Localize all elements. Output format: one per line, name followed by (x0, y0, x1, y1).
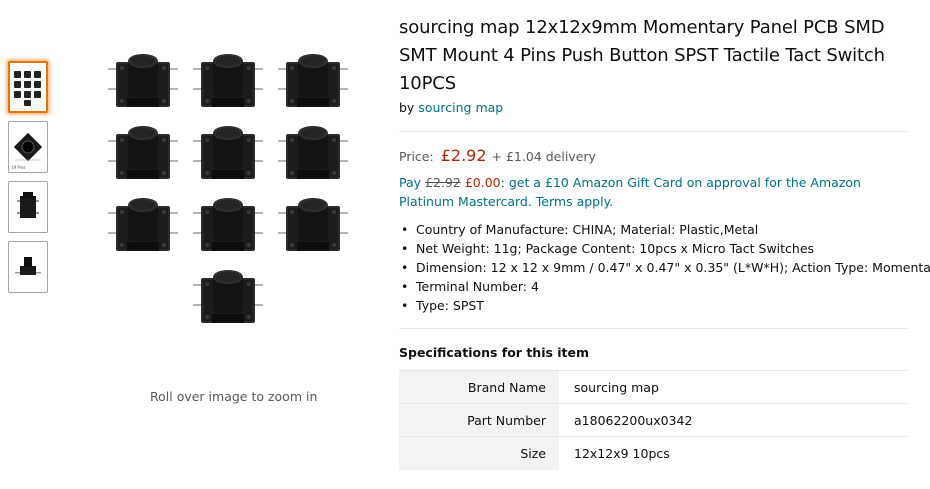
brand-link[interactable]: sourcing map (418, 100, 503, 115)
price-value: £2.92 (440, 146, 487, 165)
thumbnail-2[interactable]: t9 Pins (8, 121, 48, 173)
tact-switch (278, 198, 348, 251)
thumbnail-caption: t9 Pins (12, 165, 26, 170)
spec-key: Brand Name (399, 370, 559, 404)
price-label: Price: (399, 149, 434, 164)
tact-switch (108, 54, 178, 107)
price-row: Price: £2.92 + £1.04 delivery (399, 146, 909, 165)
switch-diagram-thumbnail-image (13, 132, 43, 162)
switch-side-thumbnail-image (17, 192, 39, 218)
divider (399, 131, 907, 132)
thumbnail-strip: t9 Pins (8, 61, 50, 301)
feature-bullet: Type: SPST (399, 296, 909, 315)
thumbnail-1[interactable] (8, 61, 48, 113)
promo-old-price: £2.92 (425, 175, 461, 190)
spec-row: Part Number a18062200ux0342 (399, 403, 907, 437)
specs-table: Brand Name sourcing map Part Number a180… (399, 370, 907, 470)
spec-value: sourcing map (559, 370, 907, 404)
product-details: sourcing map 12x12x9mm Momentary Panel P… (399, 14, 930, 470)
tact-switch (193, 126, 263, 179)
switch-front-thumbnail-image (15, 257, 41, 275)
promo-colon: : (500, 175, 505, 190)
promo-new-price: £0.00 (464, 175, 501, 190)
feature-bullet: Country of Manufacture: CHINA; Material:… (399, 220, 909, 239)
divider (399, 328, 907, 329)
promo-pay: Pay (399, 175, 422, 190)
spec-value: a18062200ux0342 (559, 403, 907, 437)
feature-bullet: Dimension: 12 x 12 x 9mm / 0.47" x 0.47"… (399, 258, 930, 277)
tact-switch (278, 126, 348, 179)
tact-switch (193, 198, 263, 251)
delivery-cost: + £1.04 delivery (491, 149, 596, 164)
product-title: sourcing map 12x12x9mm Momentary Panel P… (399, 17, 885, 94)
tact-switch (193, 54, 263, 107)
main-product-image[interactable] (95, 40, 365, 340)
spec-row: Size 12x12x9 10pcs (399, 436, 907, 470)
specs-title: Specifications for this item (399, 345, 590, 360)
thumbnail-3[interactable] (8, 181, 48, 233)
zoom-hint: Roll over image to zoom in (150, 389, 318, 404)
tact-switch (108, 126, 178, 179)
spec-value: 12x12x9 10pcs (559, 436, 907, 470)
tact-switch (108, 198, 178, 251)
byline: by sourcing map (399, 100, 909, 115)
byline-prefix: by (399, 100, 415, 115)
spec-key: Part Number (399, 403, 559, 437)
spec-key: Size (399, 436, 559, 470)
promo-offer[interactable]: Pay £2.92 £0.00: get a £10 Amazon Gift C… (399, 173, 909, 211)
thumbnail-4[interactable] (8, 241, 48, 293)
feature-bullet: Net Weight: 11g; Package Content: 10pcs … (399, 239, 909, 258)
tact-switch (193, 270, 263, 323)
feature-bullets: Country of Manufacture: CHINA; Material:… (399, 220, 930, 315)
switch-grid-thumbnail-image (14, 71, 41, 106)
spec-row: Brand Name sourcing map (399, 370, 907, 404)
tact-switch (278, 54, 348, 107)
feature-bullet: Terminal Number: 4 (399, 277, 909, 296)
